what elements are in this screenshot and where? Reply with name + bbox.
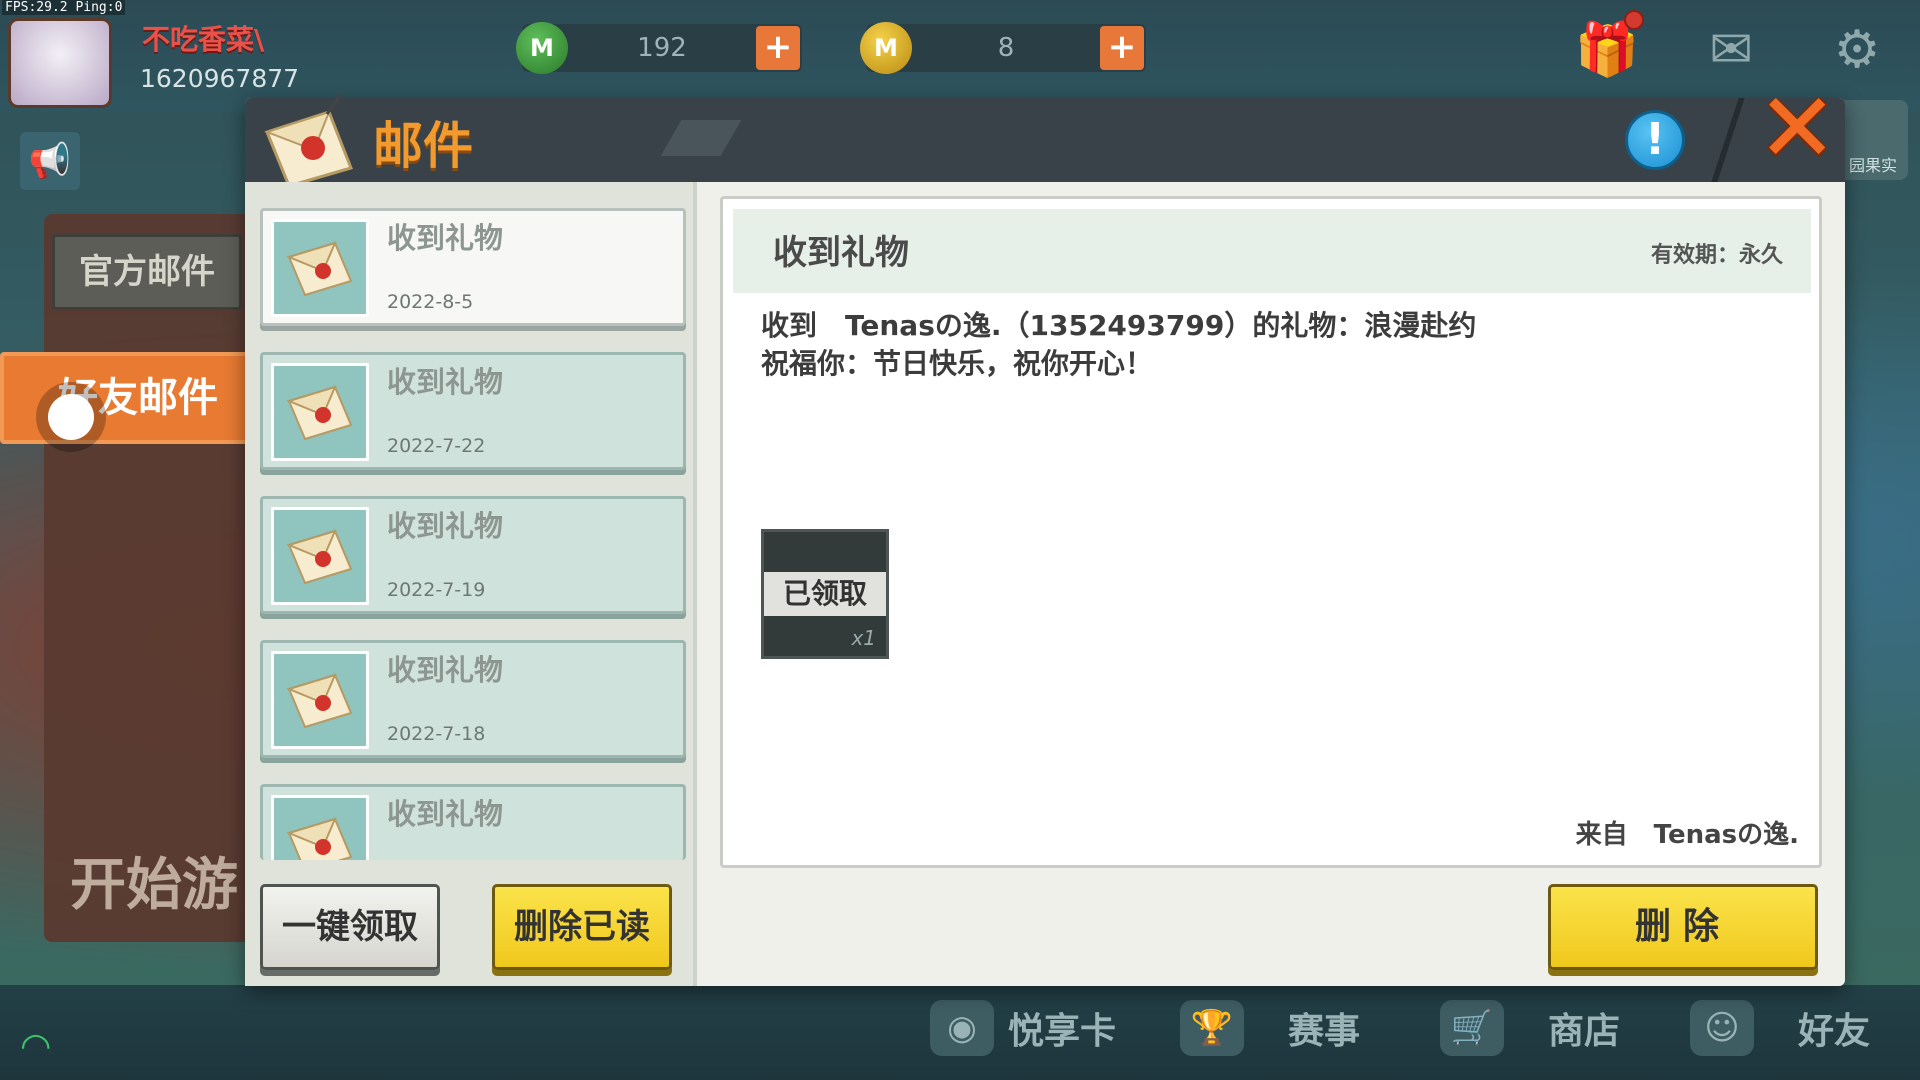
player-id: 1620967877 [140,64,300,93]
mail-title: 收到礼物 [387,509,504,543]
detail-header: 收到礼物 有效期：永久 [733,209,1811,293]
right-badge[interactable]: 园果实 [1838,100,1908,180]
mail-date: 2022-7-19 [387,579,486,601]
mail-date: 2022-8-5 [387,291,474,313]
envelope-icon [271,363,369,461]
nav-label: 商店 [1548,1011,1621,1052]
mail-list-item[interactable]: 收到礼物 [260,784,686,860]
currency-green-value: 192 [637,33,687,63]
green-coin-icon: M [516,22,568,74]
gift-quantity: x1 [851,626,876,650]
validity-label: 有效期：永久 [1650,243,1783,268]
envelope-icon [271,219,369,317]
mail-title: 收到礼物 [387,221,504,255]
add-green-button[interactable]: + [756,26,800,70]
mail-detail-panel: 收到礼物 有效期：永久 收到 Tenasの逸.（1352493799）的礼物：浪… [720,196,1822,868]
envelope-icon [271,507,369,605]
envelope-seal-icon [263,93,353,188]
currency-gold-value: 8 [997,33,1015,63]
nav-label: 悦享卡 [1008,1011,1117,1052]
nav-label: 好友 [1798,1011,1871,1052]
wifi-icon: ◠ [20,1026,52,1067]
tab-friend-mail[interactable]: 好友邮件 [0,352,252,444]
delete-read-button[interactable]: 删除已读 [492,884,672,970]
header-divider [1711,98,1745,182]
mail-body-line: 收到 Tenasの逸.（1352493799）的礼物：浪漫赴约 [761,309,1477,342]
trophy-icon: 🏆 [1180,1000,1244,1056]
cart-icon: 🛒 [1440,1000,1504,1056]
detail-title: 收到礼物 [773,233,909,273]
mail-date: 2022-7-22 [387,435,486,457]
avatar[interactable] [8,18,112,108]
tab-official-mail[interactable]: 官方邮件 [52,234,242,310]
close-button[interactable]: ✕ [1757,80,1837,176]
nav-events[interactable]: 🏆 赛事 [1180,1000,1360,1056]
mail-title: 收到礼物 [387,653,504,687]
currency-gold: M 8 + [860,22,1146,74]
mail-title: 收到礼物 [387,365,504,399]
touch-indicator [48,394,94,440]
mail-list-item[interactable]: 收到礼物 2022-7-22 [260,352,686,470]
gold-coin-icon: M [860,22,912,74]
side-panel [44,214,254,942]
mail-list-item[interactable]: 收到礼物 2022-7-18 [260,640,686,758]
mail-date: 2022-7-18 [387,723,486,745]
mail-list-item[interactable]: 收到礼物 2022-8-5 [260,208,686,326]
nav-label: 赛事 [1288,1011,1361,1052]
gift-item-card[interactable]: 已领取 x1 [761,529,889,659]
envelope-icon [271,651,369,749]
add-gold-button[interactable]: + [1100,26,1144,70]
claim-all-button[interactable]: 一键领取 [260,884,440,970]
mail-title: 收到礼物 [387,797,504,831]
sender-line: 来自 Tenasの逸. [1575,820,1799,850]
header-decoration [660,120,742,156]
dialog-header: 邮件 [245,93,1845,188]
mail-body-line: 祝福你：节日快乐，祝你开心！ [761,347,1154,380]
card-icon: ◉ [930,1000,994,1056]
notification-dot [1624,10,1644,30]
mail-icon[interactable]: ✉ [1696,20,1766,80]
info-button[interactable]: ! [1625,110,1685,170]
currency-green: M 192 + [516,22,802,74]
player-name: 不吃香菜\ [142,23,265,56]
mail-body: 收到 Tenasの逸.（1352493799）的礼物：浪漫赴约 祝福你：节日快乐… [761,307,1761,383]
friends-icon: ☺ [1690,1000,1754,1056]
megaphone-icon[interactable]: 📢 [20,132,80,190]
nav-vip-card[interactable]: ◉ 悦享卡 [930,1000,1116,1056]
fps-counter: FPS:29.2 Ping:0 [2,0,126,15]
delete-button[interactable]: 删除 [1548,884,1818,970]
dialog-title: 邮件 [373,117,473,175]
nav-shop[interactable]: 🛒 商店 [1440,1000,1620,1056]
start-game-label: 开始游 [70,853,238,918]
settings-gear-icon[interactable]: ⚙ [1822,20,1892,80]
mail-list-item[interactable]: 收到礼物 2022-7-19 [260,496,686,614]
envelope-icon [271,795,369,860]
nav-friends[interactable]: ☺ 好友 [1690,1000,1870,1056]
claimed-status: 已领取 [764,572,886,616]
